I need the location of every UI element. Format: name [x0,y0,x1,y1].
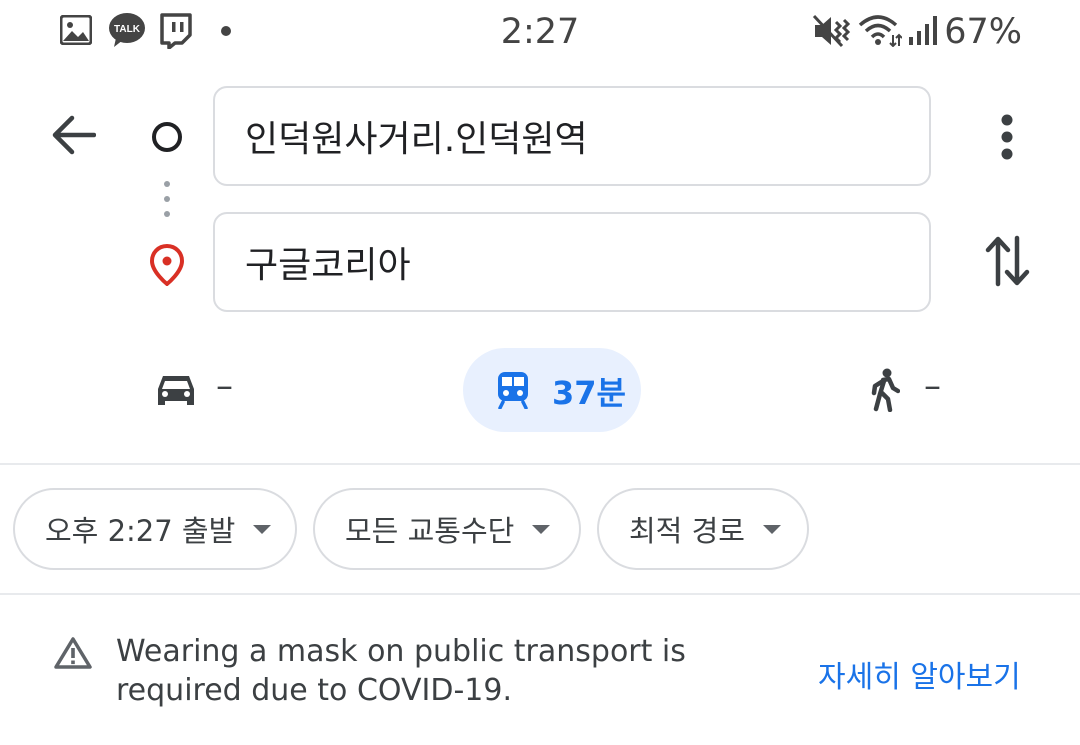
battery-percent: 67% [944,12,1022,52]
car-icon [158,376,194,405]
divider [0,463,1080,465]
route-pref-chip[interactable]: 최적 경로 [597,488,809,570]
more-options-icon[interactable] [998,114,1016,160]
walk-icon [871,368,900,412]
divider [0,593,1080,595]
mode-walk[interactable]: – [860,356,970,424]
walk-time: – [924,366,941,406]
wifi-icon [858,15,902,47]
transit-icon [498,372,528,409]
covid-notice-text: Wearing a mask on public transport is re… [116,634,686,708]
swap-icon[interactable] [984,234,1032,288]
route-pref-label: 최적 경로 [629,514,745,548]
transit-type-chip[interactable]: 모든 교통수단 [313,488,581,570]
origin-text: 인덕원사거리.인덕원역 [245,119,588,160]
caret-down-icon [532,524,551,534]
depart-time-chip[interactable]: 오후 2:27 출발 [13,488,297,570]
car-time: – [216,366,233,406]
transit-type-label: 모든 교통수단 [345,514,515,548]
back-arrow-icon[interactable] [50,114,96,156]
vibrate-mute-icon [812,14,851,48]
destination-pin-icon [150,244,184,286]
destination-text: 구글코리아 [245,245,411,286]
signal-icon [909,16,937,45]
mode-car[interactable]: – [140,356,260,424]
origin-circle-icon [152,122,182,152]
learn-more-link[interactable]: 자세히 알아보기 [818,652,1021,696]
origin-input[interactable]: 인덕원사거리.인덕원역 [213,86,931,186]
warning-icon [54,637,92,669]
destination-input[interactable]: 구글코리아 [213,212,931,312]
route-dots-icon [164,181,170,217]
caret-down-icon [762,524,781,534]
transit-time: 37분 [552,374,626,412]
caret-down-icon [253,524,272,534]
depart-time-label: 오후 2:27 출발 [45,514,236,548]
